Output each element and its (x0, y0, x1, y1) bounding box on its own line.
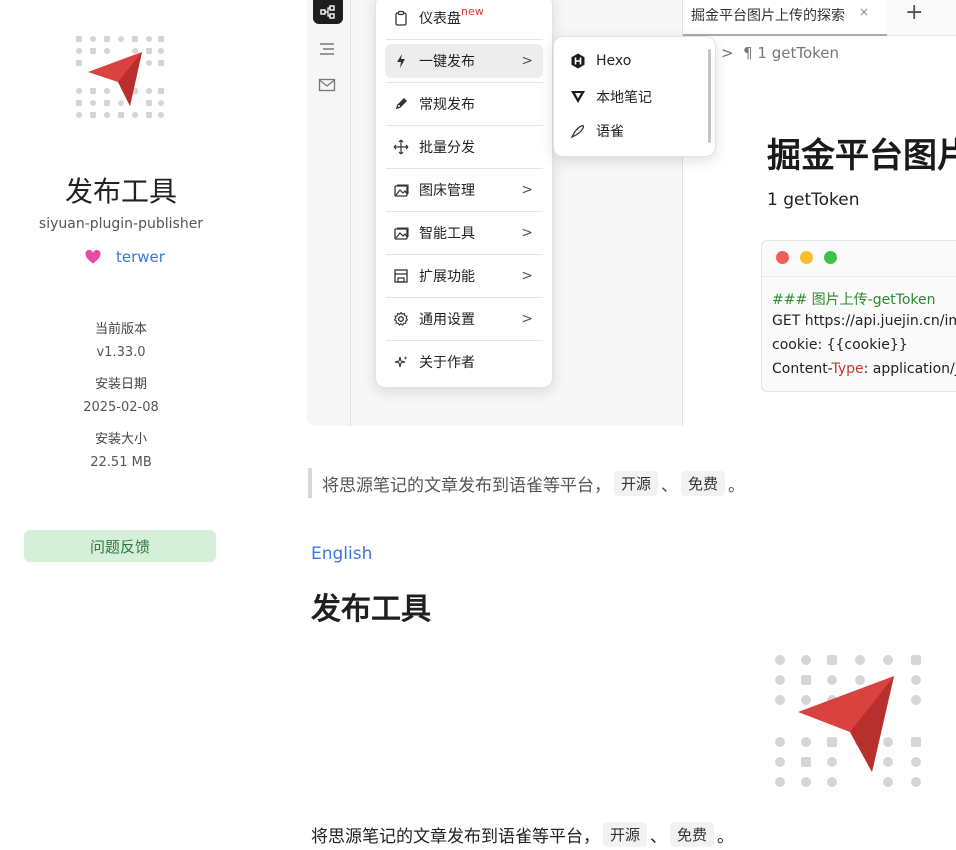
chevron-right-icon: > (521, 311, 533, 327)
menu-item-label: 扩展功能 (419, 269, 475, 285)
breadcrumb-text: 1 getToken (757, 44, 840, 62)
menu-item-settings[interactable]: 通用设置 > (385, 302, 543, 336)
menu-item-regular-publish[interactable]: 常规发布 (385, 87, 543, 121)
feedback-button[interactable]: 问题反馈 (24, 530, 216, 562)
code-window-dots (762, 241, 956, 277)
plugin-logo (76, 36, 164, 118)
code-line: Content-Type: application/j (772, 361, 956, 377)
chevron-right-icon: > (721, 44, 744, 62)
period: 。 (728, 475, 746, 496)
menu-item-dashboard[interactable]: 仪表盘 new (385, 1, 543, 35)
install-size-label: 安装大小 (94, 432, 147, 447)
description-quote: 将思源笔记的文章发布到语雀等平台， 开源 、 免费 。 (308, 468, 745, 498)
submenu-item-label: Hexo (596, 53, 632, 69)
install-date-block: 安装日期 2025-02-08 (0, 373, 242, 419)
preview-breadcrumb: > ¶ 1 getToken (721, 44, 839, 62)
menu-item-ai-tools[interactable]: 智能工具 > (385, 216, 543, 250)
preview-tab-title: 掘金平台图片上传的探索 (691, 8, 845, 24)
version-label: 当前版本 (94, 322, 147, 337)
period: 。 (717, 827, 735, 847)
preview-tabbar: 掘金平台图片上传的探索 × + (683, 0, 956, 36)
code-open-source: 开源 (614, 470, 659, 496)
menu-item-label: 一键发布 (419, 54, 475, 70)
publisher-menu: 仪表盘 new 一键发布 > 常规发布 批量分发 图床管理 > 智能工具 > 扩展… (375, 0, 553, 388)
readme-logo (775, 655, 921, 787)
menu-item-label: 图床管理 (419, 183, 475, 199)
version-block: 当前版本 v1.33.0 (0, 318, 242, 364)
outline-icon (320, 43, 334, 55)
plugin-title: 发布工具 (64, 175, 177, 208)
install-size-block: 安装大小 22.51 MB (0, 428, 242, 474)
pen-icon (396, 98, 407, 109)
submenu-item-yuque[interactable]: 语雀 (570, 121, 624, 141)
store-icon (394, 269, 408, 283)
preview-tab[interactable]: 掘金平台图片上传的探索 (683, 0, 887, 36)
move-icon (393, 139, 409, 155)
clipboard-icon (395, 10, 407, 26)
menu-item-batch-distribute[interactable]: 批量分发 (385, 130, 543, 164)
heart-icon (85, 249, 101, 264)
install-date-value: 2025-02-08 (83, 400, 159, 415)
menu-item-label: 批量分发 (419, 140, 475, 156)
chevron-right-icon: > (521, 268, 533, 284)
sparkle-icon (394, 356, 408, 368)
submenu-item-label: 语雀 (596, 124, 624, 140)
english-link[interactable]: English (311, 544, 372, 564)
chevron-right-icon: > (521, 225, 533, 241)
pilcrow-icon: ¶ (743, 44, 758, 62)
code-line: GET https://api.juejin.cn/im (772, 313, 956, 329)
readme-paragraph: 将思源笔记的文章发布到语雀等平台， 开源 、 免费 。 (311, 822, 734, 847)
yuque-icon (570, 124, 585, 139)
menu-item-label: 常规发布 (419, 97, 475, 113)
menu-item-image-hosting[interactable]: 图床管理 > (385, 173, 543, 207)
menu-item-label: 关于作者 (419, 355, 475, 371)
chevron-right-icon: > (521, 53, 533, 69)
preview-doc-paragraph: 1 getToken (767, 190, 860, 210)
plugin-package-name: siyuan-plugin-publisher (38, 216, 204, 232)
menu-item-extensions[interactable]: 扩展功能 > (385, 259, 543, 293)
menu-item-one-click-publish[interactable]: 一键发布 > (385, 44, 543, 78)
vuepress-icon (571, 91, 585, 103)
image-icon (394, 184, 409, 197)
submenu-item-local-notes[interactable]: 本地笔记 (570, 87, 652, 107)
code-free: 免费 (670, 822, 715, 847)
preview-dock (307, 0, 351, 426)
menu-item-about-author[interactable]: 关于作者 (385, 345, 543, 379)
author-link[interactable]: terwer (116, 248, 165, 266)
readme-heading: 发布工具 (311, 592, 431, 627)
hexo-icon (571, 53, 585, 69)
install-date-label: 安装日期 (94, 377, 147, 392)
menu-item-label: 仪表盘 (419, 11, 461, 27)
preview-doc-heading: 掘金平台图片 (767, 136, 956, 176)
submenu-item-label: 本地笔记 (596, 90, 652, 106)
menu-item-label: 通用设置 (419, 312, 475, 328)
submenu-scrollbar[interactable] (708, 49, 711, 143)
code-free: 免费 (681, 470, 726, 496)
image-icon (394, 227, 409, 240)
code-line: ### 图片上传-getToken (772, 292, 936, 308)
chevron-right-icon: > (521, 182, 533, 198)
code-line: cookie: {{cookie}} (772, 337, 908, 353)
preview-code-block: ### 图片上传-getToken GET https://api.juejin… (761, 240, 956, 392)
bolt-icon (397, 54, 405, 68)
separator: 、 (661, 475, 679, 496)
paragraph-text: 将思源笔记的文章发布到语雀等平台， (311, 827, 600, 847)
one-click-publish-submenu: Hexo 本地笔记 语雀 (553, 36, 716, 157)
separator: 、 (650, 827, 668, 847)
install-size-value: 22.51 MB (90, 455, 152, 470)
graph-icon (313, 0, 343, 24)
inbox-icon (318, 78, 336, 92)
gear-icon (393, 311, 409, 326)
menu-item-label: 智能工具 (419, 226, 475, 242)
quote-text: 将思源笔记的文章发布到语雀等平台， (322, 475, 611, 496)
code-open-source: 开源 (603, 822, 648, 847)
author-row: terwer (84, 248, 165, 266)
close-icon[interactable]: × (859, 5, 869, 19)
plus-icon[interactable]: + (905, 0, 923, 25)
new-badge: new (461, 4, 484, 18)
version-value: v1.33.0 (96, 345, 146, 360)
preview-editor: 掘金平台图片上传的探索 × + > ¶ 1 getToken 掘金平台图片 1 … (683, 0, 956, 426)
submenu-item-hexo[interactable]: Hexo (570, 53, 631, 69)
